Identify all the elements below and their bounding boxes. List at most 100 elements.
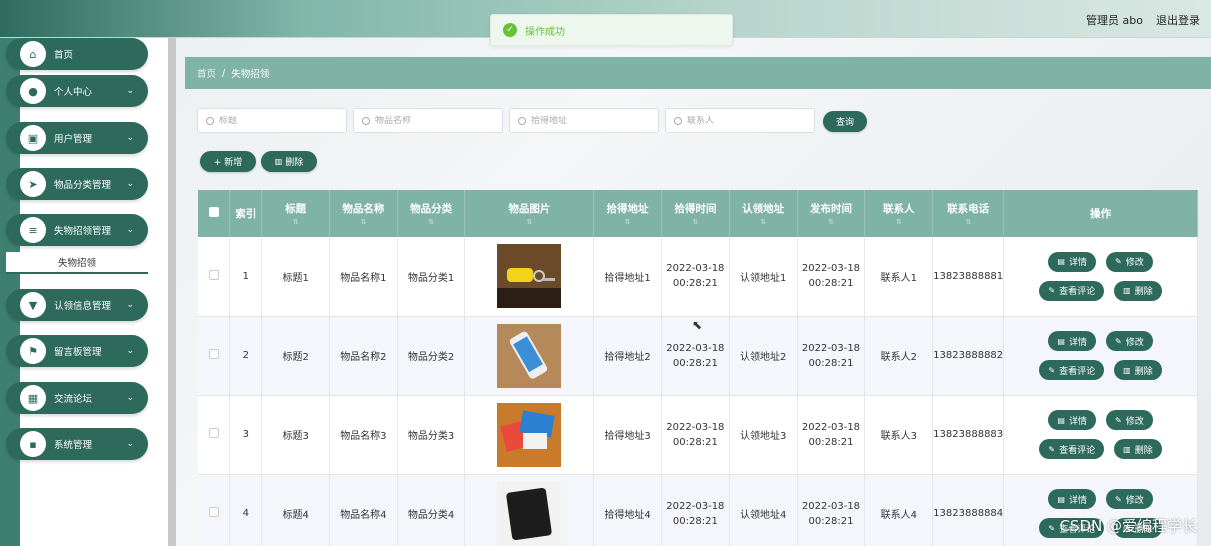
sidebar-item-5[interactable]: ≡ 失物招领管理 ⌄	[6, 214, 148, 246]
item-photo[interactable]	[497, 481, 562, 546]
table-row[interactable]: 3 标题3 物品名称3 物品分类3 拾得地址3 2022-03-18 00:28:21 认领…	[198, 395, 1198, 475]
cell-text: 2022-03-18 00:28:21	[801, 500, 861, 527]
sort-icon[interactable]: ⇅	[465, 218, 593, 226]
title-search-input[interactable]	[219, 115, 329, 126]
edit-button[interactable]: ✎ 修改	[1106, 251, 1153, 272]
query-button[interactable]: 查询	[823, 111, 867, 132]
detail-label: 详情	[1068, 495, 1087, 506]
contact-search-field[interactable]	[665, 108, 815, 133]
cell-text: 物品分类1	[407, 272, 455, 284]
sidebar-item-label: 留言板管理	[54, 347, 102, 358]
column-header-3[interactable]: 物品名称 ⇅	[329, 190, 398, 237]
column-header-7[interactable]: 拾得时间 ⇅	[661, 190, 730, 237]
sort-icon[interactable]: ⇅	[730, 218, 797, 226]
column-header-label: 物品图片	[508, 203, 551, 215]
sidebar-item-4[interactable]: ➤ 物品分类管理 ⌄	[6, 168, 148, 200]
item-image-cell	[464, 237, 595, 317]
address-search-input[interactable]	[531, 115, 641, 126]
add-button[interactable]: + 新增	[200, 151, 256, 172]
view-comments-button[interactable]: ✎ 查看评论	[1039, 360, 1105, 380]
column-header-1[interactable]: 索引	[229, 190, 263, 237]
sort-icon[interactable]: ⇅	[798, 218, 865, 226]
cell-publish-time: 2022-03-18 00:28:21	[797, 395, 866, 475]
column-header-6[interactable]: 拾得地址 ⇅	[593, 190, 662, 237]
chevron-down-icon: ⌄	[126, 179, 134, 189]
pencil-icon: ✎	[1048, 523, 1056, 533]
cell-text: 2022-03-18 00:28:21	[666, 263, 725, 290]
column-header-2[interactable]: 标题 ⇅	[261, 190, 331, 237]
table-row[interactable]: 4 标题4 物品名称4 物品分类4 拾得地址4 2022-03-18 00:28:21 认领…	[198, 474, 1198, 546]
row-checkbox[interactable]	[208, 349, 219, 359]
view-comments-button[interactable]: ✎ 查看评论	[1039, 280, 1105, 301]
logout-link[interactable]: 退出登录	[1156, 12, 1200, 28]
sort-icon[interactable]: ⇅	[865, 218, 932, 226]
detail-button[interactable]: ▤ 详情	[1048, 410, 1096, 430]
contact-search-input[interactable]	[687, 115, 797, 126]
item-photo[interactable]	[497, 323, 562, 388]
select-all-checkbox[interactable]	[208, 207, 219, 217]
sidebar-subitem-lost-found[interactable]: 失物招领	[6, 252, 148, 274]
delete-button[interactable]: ▥ 删除	[1114, 360, 1162, 380]
sort-icon[interactable]: ⇅	[594, 218, 661, 226]
sidebar-item-1[interactable]: ⌂ 首页	[6, 38, 148, 70]
chevron-down-icon: ⌄	[126, 225, 134, 235]
cell-title: 标题2	[261, 316, 331, 396]
edit-button[interactable]: ✎ 修改	[1106, 331, 1153, 351]
cell-text: 13823888883	[933, 429, 1004, 440]
sort-icon[interactable]: ⇅	[330, 218, 397, 226]
delete-label: 删除	[1134, 366, 1153, 377]
edit-button[interactable]: ✎ 修改	[1106, 410, 1153, 430]
sidebar-scrollbar[interactable]	[168, 38, 176, 546]
sidebar-item-7[interactable]: ⚑ 留言板管理 ⌄	[6, 335, 148, 367]
search-icon	[206, 116, 214, 125]
cell-text: 标题4	[282, 510, 309, 521]
select-all-cell[interactable]	[198, 190, 231, 237]
sort-icon[interactable]: ⇅	[662, 218, 729, 226]
column-header-10[interactable]: 联系人 ⇅	[864, 190, 934, 237]
row-checkbox[interactable]	[208, 428, 219, 438]
name-search-input[interactable]	[375, 115, 485, 126]
sidebar-item-2[interactable]: ● 个人中心 ⌄	[6, 75, 148, 107]
cell-address: 拾得地址1	[593, 237, 662, 317]
detail-button[interactable]: ▤ 详情	[1048, 331, 1096, 351]
batch-delete-button[interactable]: ▥ 删除	[261, 151, 317, 172]
row-select-cell[interactable]	[198, 316, 231, 396]
item-photo[interactable]	[497, 402, 562, 467]
edit-button[interactable]: ✎ 修改	[1106, 489, 1153, 509]
breadcrumb-home[interactable]: 首页	[197, 66, 216, 80]
column-header-label: 索引	[235, 208, 257, 220]
document-icon: ▤	[1057, 257, 1065, 267]
column-header-11[interactable]: 联系电话 ⇅	[932, 190, 1005, 237]
sidebar-item-3[interactable]: ▣ 用户管理 ⌄	[6, 122, 148, 154]
delete-button[interactable]: ▥ 删除	[1114, 439, 1162, 459]
table-row[interactable]: 1 标题1 物品名称1 物品分类1 拾得地址1 2022-03-18 00:28:21 认领…	[198, 237, 1198, 317]
sidebar-item-9[interactable]: ▪ 系统管理 ⌄	[6, 428, 148, 460]
sidebar-item-8[interactable]: ▦ 交流论坛 ⌄	[6, 382, 148, 414]
column-header-5[interactable]: 物品图片 ⇅	[464, 190, 595, 237]
row-checkbox[interactable]	[208, 507, 219, 517]
sort-icon[interactable]: ⇅	[398, 218, 465, 226]
title-search-field[interactable]	[197, 108, 347, 133]
sidebar-item-6[interactable]: ▼ 认领信息管理 ⌄	[6, 289, 148, 321]
cell-text: 认领地址1	[739, 272, 787, 284]
detail-button[interactable]: ▤ 详情	[1048, 489, 1096, 509]
cell-text: 认领地址2	[739, 352, 787, 363]
cell-contact: 联系人2	[864, 316, 934, 396]
view-comments-button[interactable]: ✎ 查看评论	[1039, 439, 1105, 459]
delete-button[interactable]: ▥ 删除	[1114, 280, 1162, 301]
name-search-field[interactable]	[353, 108, 503, 133]
detail-label: 详情	[1068, 337, 1087, 348]
row-select-cell[interactable]	[198, 395, 231, 475]
detail-button[interactable]: ▤ 详情	[1048, 251, 1096, 272]
sort-icon[interactable]: ⇅	[933, 218, 1003, 226]
row-checkbox[interactable]	[208, 269, 219, 280]
column-header-4[interactable]: 物品分类 ⇅	[397, 190, 466, 237]
sort-icon[interactable]: ⇅	[262, 218, 329, 226]
cell-name: 物品名称1	[329, 237, 398, 317]
column-header-9[interactable]: 发布时间 ⇅	[797, 190, 866, 237]
column-header-8[interactable]: 认领地址 ⇅	[729, 190, 798, 237]
address-search-field[interactable]	[509, 108, 659, 133]
item-photo[interactable]	[497, 244, 562, 309]
row-select-cell[interactable]	[198, 237, 231, 317]
row-select-cell[interactable]	[198, 474, 231, 546]
